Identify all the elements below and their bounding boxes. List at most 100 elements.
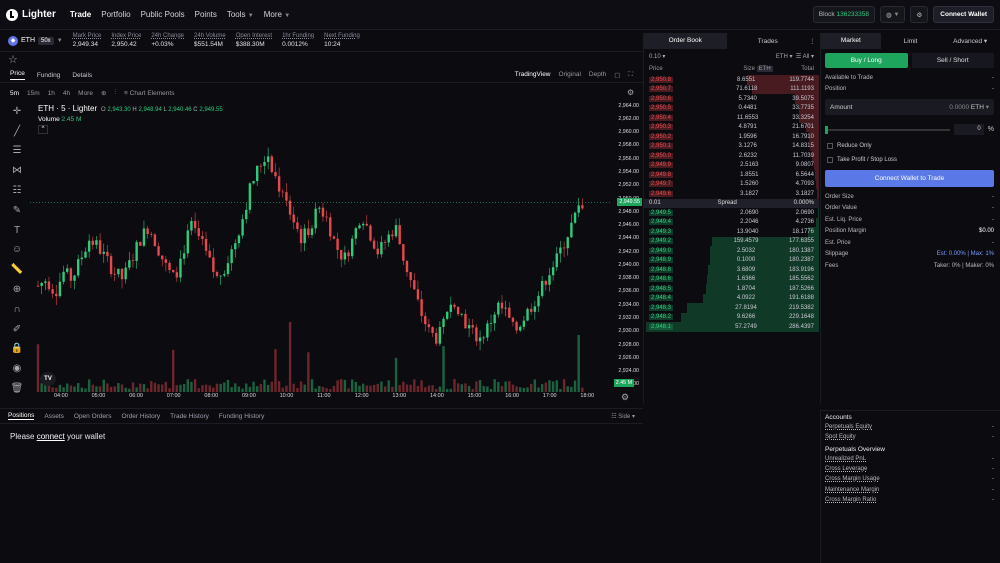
ask-row[interactable]: 2,950.0 2.6232 11.7039: [644, 151, 819, 161]
nav-tools[interactable]: Tools ▼: [227, 10, 254, 19]
zoom-icon[interactable]: ⊕: [9, 282, 25, 297]
bid-row[interactable]: 2,949.3 13.9040 18.1776: [644, 227, 819, 237]
tab-details[interactable]: Details: [72, 72, 92, 79]
ask-row[interactable]: 2,950.7 71.6118 111.1193: [644, 84, 819, 94]
trendline-icon[interactable]: ╱: [9, 124, 25, 139]
nav-trade[interactable]: Trade: [70, 10, 91, 19]
tab-advanced[interactable]: Advanced ▾: [940, 37, 1000, 45]
interval-1h[interactable]: 1h: [48, 90, 55, 97]
fullscreen-icon[interactable]: ⛶: [628, 71, 633, 80]
ask-row[interactable]: 2,950.2 1.9596 16.7910: [644, 132, 819, 142]
tab-assets[interactable]: Assets: [44, 413, 64, 420]
ask-row[interactable]: 2,949.8 1.8551 6.5644: [644, 170, 819, 180]
bid-row[interactable]: 2,948.6 1.6366 185.5562: [644, 274, 819, 284]
bid-row[interactable]: 2,948.4 4.0922 191.6188: [644, 293, 819, 303]
fib-icon[interactable]: ☷: [9, 183, 25, 198]
ask-row[interactable]: 2,950.4 11.6553 33.3254: [644, 113, 819, 123]
ask-row[interactable]: 2,949.9 2.5163 9.0807: [644, 160, 819, 170]
sell-short-button[interactable]: Sell / Short: [911, 53, 994, 68]
view-original[interactable]: Original: [559, 71, 581, 80]
bid-row[interactable]: 2,949.4 2.2046 4.2736: [644, 217, 819, 227]
bid-row[interactable]: 2,948.9 0.1000 180.2387: [644, 255, 819, 265]
tab-limit[interactable]: Limit: [881, 38, 941, 45]
ask-row[interactable]: 2,950.1 3.1276 14.8315: [644, 141, 819, 151]
price-chart[interactable]: [30, 100, 610, 400]
collapse-legend-icon[interactable]: ^: [38, 125, 48, 134]
tab-trade-history[interactable]: Trade History: [170, 413, 209, 420]
connect-wallet-trade-button[interactable]: Connect Wallet to Trade: [825, 170, 994, 187]
amount-input[interactable]: Amount 0.0000 ETH ▾: [825, 99, 994, 115]
emoji-icon[interactable]: ☺: [9, 243, 25, 258]
bid-row[interactable]: 2,948.1 57.2749 286.4397: [644, 322, 819, 332]
crosshair-icon[interactable]: ✛: [9, 104, 25, 119]
tab-market[interactable]: Market: [821, 33, 881, 49]
lock-icon[interactable]: 🔒: [9, 342, 25, 357]
tab-funding-history[interactable]: Funding History: [219, 413, 265, 420]
bid-row[interactable]: 2,949.0 2.5032 180.1387: [644, 246, 819, 256]
buy-long-button[interactable]: Buy / Long: [825, 53, 908, 68]
connect-wallet-button[interactable]: Connect Wallet: [933, 6, 994, 23]
tpsl-checkbox[interactable]: Take Profit / Stop Loss: [827, 154, 1000, 166]
slippage-edit[interactable]: Est: 0.00% | Max: 1%: [937, 251, 994, 257]
tab-funding[interactable]: Funding: [37, 72, 61, 79]
tab-order-history[interactable]: Order History: [121, 413, 160, 420]
reduce-only-checkbox[interactable]: Reduce Only: [827, 140, 1000, 152]
bid-row[interactable]: 2,949.5 2.0690 2.0690: [644, 208, 819, 218]
nav-more[interactable]: More ▼: [264, 10, 290, 19]
nav-portfolio[interactable]: Portfolio: [101, 10, 130, 19]
horizontal-lines-icon[interactable]: ☰: [9, 144, 25, 159]
chart-settings-icon[interactable]: ⚙: [621, 392, 629, 403]
amount-slider[interactable]: [825, 125, 950, 134]
candle-type-icon[interactable]: ⫶: [114, 89, 116, 97]
window-icon[interactable]: ▢: [614, 71, 620, 80]
ruler-icon[interactable]: 📏: [9, 262, 25, 277]
brush-icon[interactable]: ✎: [9, 203, 25, 218]
percent-input[interactable]: 0: [953, 124, 984, 135]
add-indicator-icon[interactable]: ⊕: [101, 89, 106, 97]
ask-row[interactable]: 2,949.6 3.1827 3.1827: [644, 189, 819, 199]
nav-public-pools[interactable]: Public Pools: [141, 10, 185, 19]
text-icon[interactable]: T: [9, 223, 25, 238]
magnet-icon[interactable]: ∩: [9, 302, 25, 317]
interval-4h[interactable]: 4h: [63, 90, 70, 97]
chart-elements-button[interactable]: ≡ Chart Elements: [124, 90, 174, 97]
ask-row[interactable]: 2,950.5 0.4481 33.7735: [644, 103, 819, 113]
ask-row[interactable]: 2,950.6 5.7340 39.5075: [644, 94, 819, 104]
bid-row[interactable]: 2,948.5 1.8704 187.5266: [644, 284, 819, 294]
view-tradingview[interactable]: TradingView: [515, 71, 551, 80]
nav-points[interactable]: Points: [195, 10, 217, 19]
ask-row[interactable]: 2,950.3 4.8791 21.6701: [644, 122, 819, 132]
tab-open-orders[interactable]: Open Orders: [74, 413, 112, 420]
view-depth[interactable]: Depth: [589, 71, 606, 80]
side-filter-select[interactable]: ☰ All ▾: [796, 54, 814, 60]
interval-more[interactable]: More: [78, 90, 93, 97]
settings-button[interactable]: ⚙: [910, 6, 929, 23]
eye-icon[interactable]: ◉: [9, 361, 25, 376]
asset-select[interactable]: ETH ▾: [776, 54, 793, 60]
bid-row[interactable]: 2,949.2 159.4579 177.6355: [644, 236, 819, 246]
market-selector[interactable]: ◆ ETH 50x ▼: [8, 35, 63, 46]
size-unit-toggle[interactable]: ETH: [756, 66, 773, 72]
tab-trades[interactable]: Trades: [727, 38, 810, 45]
chart-menu-icon[interactable]: ⚙: [627, 88, 634, 97]
trash-icon[interactable]: 🗑: [9, 381, 25, 396]
slider-handle[interactable]: [825, 125, 828, 134]
favorite-star-icon[interactable]: ☆: [8, 53, 18, 66]
language-selector[interactable]: ◍ ▼: [880, 6, 906, 23]
interval-5m[interactable]: 5m: [10, 90, 19, 97]
side-filter[interactable]: ☷ Side ▾: [611, 413, 635, 420]
interval-15m[interactable]: 15m: [27, 90, 40, 97]
ask-row[interactable]: 2,950.8 8.6551 119.7744: [644, 75, 819, 85]
tab-order-book[interactable]: Order Book: [644, 33, 727, 49]
brand-logo[interactable]: Lighter: [6, 8, 56, 21]
bid-row[interactable]: 2,948.2 9.6266 229.1648: [644, 312, 819, 322]
more-icon[interactable]: ⋮: [809, 37, 819, 45]
tab-positions[interactable]: Positions: [8, 412, 35, 420]
tab-price[interactable]: Price: [10, 70, 25, 80]
pattern-icon[interactable]: ⋈: [9, 163, 25, 178]
bid-row[interactable]: 2,948.3 27.8194 219.5382: [644, 303, 819, 313]
tick-size-select[interactable]: 0.10 ▾: [649, 53, 665, 60]
ask-row[interactable]: 2,949.7 1.5260 4.7093: [644, 179, 819, 189]
pencil-lock-icon[interactable]: ✐: [9, 322, 25, 337]
bid-row[interactable]: 2,948.8 3.6809 183.9196: [644, 265, 819, 275]
